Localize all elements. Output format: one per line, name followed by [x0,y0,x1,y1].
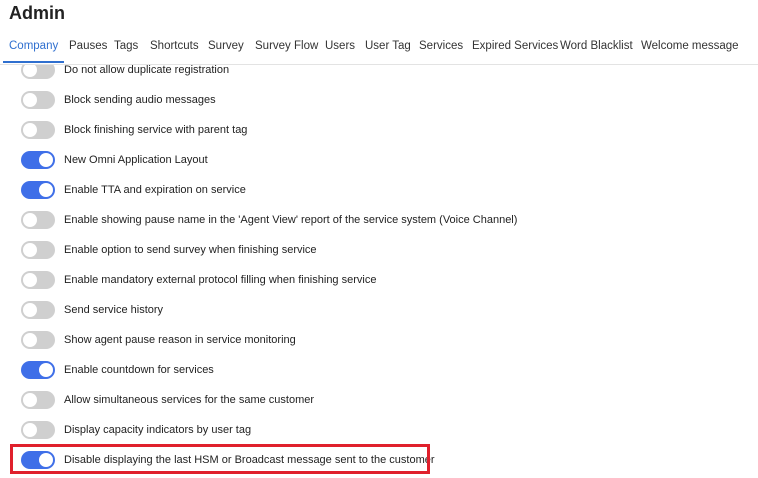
toggle-knob [23,65,37,77]
setting-label: Enable option to send survey when finish… [64,244,317,256]
setting-block-sending-audio-messages: Block sending audio messages [0,90,758,112]
toggle-knob [39,363,53,377]
tab-tags[interactable]: Tags [114,36,138,63]
setting-label: Show agent pause reason in service monit… [64,334,296,346]
toggle-switch[interactable] [21,65,55,79]
toggle-knob [23,303,37,317]
setting-disable-displaying-last-hsm: Disable displaying the last HSM or Broad… [0,450,758,472]
toggle-knob [39,183,53,197]
toggle-switch[interactable] [21,91,55,109]
toggle-switch[interactable] [21,211,55,229]
setting-send-service-history: Send service history [0,300,758,322]
tab-expired-services[interactable]: Expired Services [472,36,558,63]
setting-label: Enable countdown for services [64,364,214,376]
toggle-switch[interactable] [21,451,55,469]
admin-page: Admin Company Pauses Tags Shortcuts Surv… [0,0,758,478]
tab-survey[interactable]: Survey [208,36,244,63]
toggle-knob [23,333,37,347]
tab-user-tag[interactable]: User Tag [365,36,411,63]
tab-word-blacklist[interactable]: Word Blacklist [560,36,633,63]
toggle-switch[interactable] [21,151,55,169]
toggle-switch[interactable] [21,121,55,139]
settings-list: Do not allow duplicate registration Bloc… [0,65,758,478]
setting-new-omni-application-layout: New Omni Application Layout [0,150,758,172]
page-title: Admin [9,3,65,23]
toggle-switch[interactable] [21,361,55,379]
setting-label: Send service history [64,304,164,316]
toggle-knob [23,213,37,227]
setting-label: Enable TTA and expiration on service [64,184,246,196]
setting-label: Disable displaying the last HSM or Broad… [64,454,435,466]
setting-label: Display capacity indicators by user tag [64,424,252,436]
setting-label: New Omni Application Layout [64,154,208,166]
tab-company[interactable]: Company [2,36,65,63]
setting-label: Allow simultaneous services for the same… [64,394,315,406]
tab-pauses[interactable]: Pauses [69,36,107,63]
toggle-knob [23,423,37,437]
toggle-switch[interactable] [21,391,55,409]
toggle-knob [39,453,53,467]
setting-enable-mandatory-external-protocol: Enable mandatory external protocol filli… [0,270,758,292]
toggle-switch[interactable] [21,301,55,319]
toggle-switch[interactable] [21,271,55,289]
setting-enable-showing-pause-name: Enable showing pause name in the 'Agent … [0,210,758,232]
setting-display-capacity-indicators: Display capacity indicators by user tag [0,420,758,442]
setting-label: Enable mandatory external protocol filli… [64,274,377,286]
toggle-knob [39,153,53,167]
setting-block-finishing-service-with-parent-tag: Block finishing service with parent tag [0,120,758,142]
toggle-switch[interactable] [21,241,55,259]
toggle-knob [23,93,37,107]
setting-label: Do not allow duplicate registration [64,65,230,76]
tab-welcome-message[interactable]: Welcome message [641,36,739,63]
setting-label: Enable showing pause name in the 'Agent … [64,214,518,226]
setting-show-agent-pause-reason: Show agent pause reason in service monit… [0,330,758,352]
setting-enable-countdown-for-services: Enable countdown for services [0,360,758,382]
tab-survey-flow[interactable]: Survey Flow [255,36,318,63]
tab-shortcuts[interactable]: Shortcuts [150,36,199,63]
toggle-switch[interactable] [21,421,55,439]
tab-services[interactable]: Services [419,36,463,63]
tab-users[interactable]: Users [325,36,355,63]
setting-do-not-allow-duplicate-registration: Do not allow duplicate registration [0,65,758,82]
setting-allow-simultaneous-services: Allow simultaneous services for the same… [0,390,758,412]
toggle-switch[interactable] [21,331,55,349]
setting-label: Block finishing service with parent tag [64,124,248,136]
toggle-knob [23,123,37,137]
toggle-switch[interactable] [21,181,55,199]
setting-enable-tta-and-expiration: Enable TTA and expiration on service [0,180,758,202]
setting-label: Block sending audio messages [64,94,216,106]
toggle-knob [23,393,37,407]
toggle-knob [23,243,37,257]
toggle-knob [23,273,37,287]
setting-enable-option-to-send-survey: Enable option to send survey when finish… [0,240,758,262]
admin-tabs: Company Pauses Tags Shortcuts Survey Sur… [0,36,758,65]
